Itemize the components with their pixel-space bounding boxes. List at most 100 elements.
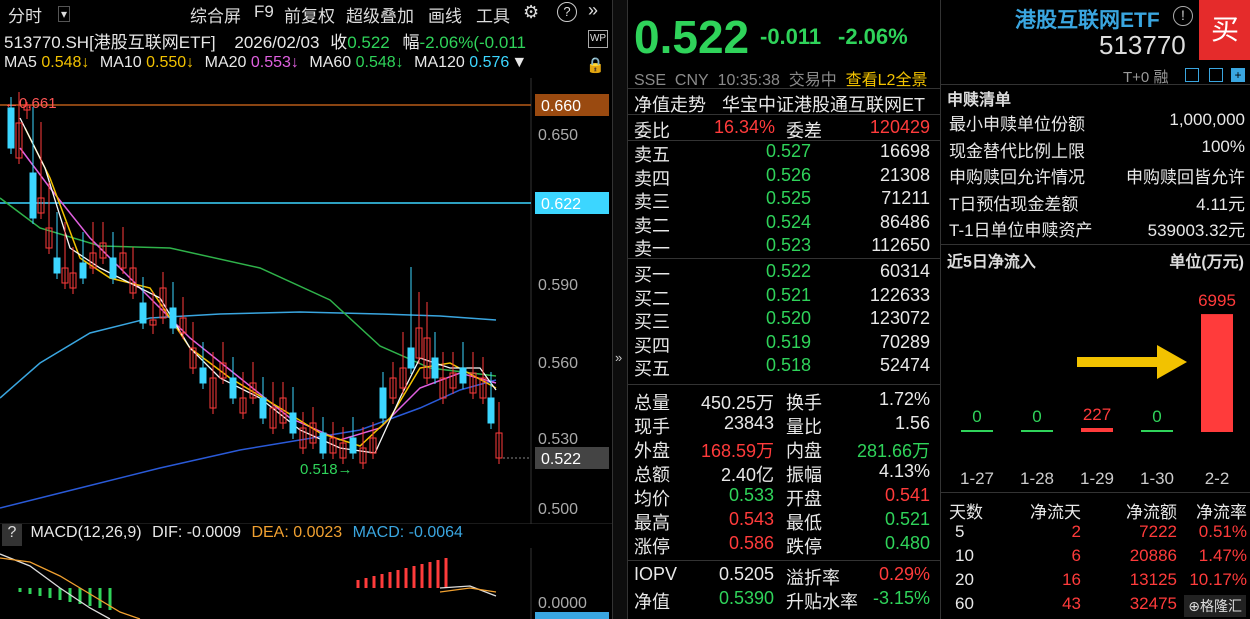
nav-row[interactable]: 净值走势 华宝中证港股通互联网ET [628,90,940,115]
flow-unit: 单位(万元) [1169,254,1244,271]
redeem-value: 1,000,000 [1169,110,1245,129]
flow-bar [1081,428,1113,432]
add-icon[interactable]: + [1231,68,1245,82]
inflow-table-row: 10 6 20886 1.47% [941,544,1250,570]
ma5-value: 0.548↓ [41,54,90,71]
flow-bar-label: 0 [1032,407,1041,426]
ma-dropdown-icon[interactable]: ▼ [511,54,527,71]
inflow-table-row: 20 16 13125 10.17% [941,568,1250,594]
kline-chart[interactable]: 0.650 0.590 0.560 0.530 0.500 0.660 ←0.6… [0,78,612,524]
last-price: 0.522 [634,11,750,63]
iopv-label: IOPV [634,564,678,584]
stat-row: 总量 450.25万 换手 1.72% [628,388,940,413]
trading-status: 交易中 [788,72,837,89]
close-label: 收 [330,33,348,52]
stat-label: 涨停 [634,537,670,557]
redeem-value: 4.11元 [1196,194,1245,214]
stat-value: 0.480 [884,533,930,553]
inflow-table-row: 5 2 7222 0.51% [941,520,1250,546]
macd-zero-tick: 0.0000 [538,595,587,612]
inflow-table-header: 天数 净流天 净流额 净流率 [941,496,1250,522]
inflow-cell: 6 [1071,546,1081,565]
tab-timeshare[interactable]: 分时 [8,2,42,27]
ask-row[interactable]: 卖四 0.526 21308 [628,164,940,189]
gear-icon[interactable]: ⚙ [523,2,539,23]
watermark-logo: ⊕格隆汇 [1184,595,1246,617]
fund-code: 513770 [1099,30,1186,60]
combined-screen-button[interactable]: 综合屏 [190,2,241,27]
ma-slow-line [0,379,497,509]
y-tick: 0.500 [538,501,578,518]
iopv-label: 升贴水率 [786,592,858,612]
iopv-value: 0.5205 [718,564,774,584]
flow-date-label: 2-2 [1205,469,1230,488]
adjust-button[interactable]: 前复权 [284,2,335,27]
macd-chart[interactable]: 0.0000 [0,548,612,619]
f9-button[interactable]: F9 [254,2,274,22]
redeem-label: 现金替代比例上限 [949,141,1085,161]
inflow-cell: 20886 [1129,546,1177,565]
ask-volume: 112650 [871,235,930,255]
bid-price: 0.520 [766,308,812,328]
bid-label: 买五 [634,359,670,379]
info-line: 513770.SH[港股互联网ETF] 2026/02/03 收0.522 幅-… [4,28,526,53]
inflow-cell: 20 [955,570,974,589]
bar-date: 2026/02/03 [234,33,320,52]
y-tick: 0.590 [538,277,578,294]
bid-volume: 60314 [879,261,930,281]
ma5-line [19,117,497,454]
collapse-chevron-icon[interactable]: » [588,0,598,21]
tools-button[interactable]: 工具 [476,2,510,27]
bid-row[interactable]: 买二 0.521 122633 [628,284,940,309]
security-code: 513770.SH[港股互联网ETF] [4,33,216,52]
inflow-cell: 0.51% [1198,522,1247,541]
window-icon[interactable] [1185,68,1199,82]
l2-link[interactable]: 查看L2全景 [846,72,928,89]
net-inflow-chart[interactable]: 0 1-27 0 1-28 227 1-29 0 1-30 6995 2-2 [941,272,1250,490]
bid-volume: 70289 [879,331,930,352]
redeem-row: T日预估现金差额 4.11元 [941,188,1250,214]
stat-value: 0.586 [728,533,774,553]
ask-row[interactable]: 卖五 0.527 16698 [628,140,940,165]
flow-date-label: 1-29 [1080,469,1114,488]
iopv-value: -3.15% [872,588,930,608]
currency: CNY [674,72,709,89]
ask-row[interactable]: 卖三 0.525 71211 [628,187,940,212]
bid-price: 0.519 [766,331,812,352]
ask-price: 0.525 [766,188,812,208]
high-price-tag-text: 0.660 [541,98,581,115]
bid-row[interactable]: 买四 0.519 70289 [628,331,940,356]
layout-icon[interactable] [1209,68,1223,82]
redeem-row: 申购赎回允许情况 申购赎回皆允许 [941,161,1250,187]
wp-icon[interactable]: WP [588,30,608,48]
ask-price: 0.527 [766,141,812,161]
bid-volume: 52474 [879,355,930,375]
bid-price: 0.522 [766,261,812,281]
lock-icon[interactable]: 🔒 [586,56,605,74]
macd-help-icon[interactable]: ? [2,524,22,546]
flow-bar [1021,430,1053,432]
inflow-cell: 1.47% [1198,546,1247,565]
ask-row[interactable]: 卖一 0.523 112650 [628,234,940,259]
draw-button[interactable]: 画线 [428,2,462,27]
stat-value: 0.543 [728,509,774,529]
stat-row: 均价 0.533 开盘 0.541 [628,484,940,509]
buy-button[interactable]: 买 [1199,0,1250,60]
quote-status-line: SSE CNY 10:35:38 交易中 查看L2全景 [634,66,927,90]
panel-divider[interactable]: » [612,0,628,619]
ask-row[interactable]: 卖二 0.524 86486 [628,211,940,236]
ma20-label: MA20 [204,54,247,71]
bid-row[interactable]: 买三 0.520 123072 [628,307,940,332]
ma60-label: MA60 [309,54,352,71]
stat-row: 涨停 0.586 跌停 0.480 [628,532,940,557]
bid-volume: 122633 [869,284,930,305]
bid-row[interactable]: 买五 0.518 52474 [628,354,940,379]
bid-row[interactable]: 买一 0.522 60314 [628,260,940,285]
overlay-button[interactable]: 超级叠加 [346,2,414,27]
macd-legend: ? MACD(12,26,9) DIF: -0.0009 DEA: 0.0023… [0,524,612,548]
weibi-value: 16.34% [714,117,776,137]
help-icon[interactable]: ? [557,2,577,22]
info-icon[interactable]: ! [1173,6,1193,26]
flow-date-label: 1-30 [1140,469,1174,488]
timeshare-dropdown-icon[interactable]: ▾ [58,6,71,22]
